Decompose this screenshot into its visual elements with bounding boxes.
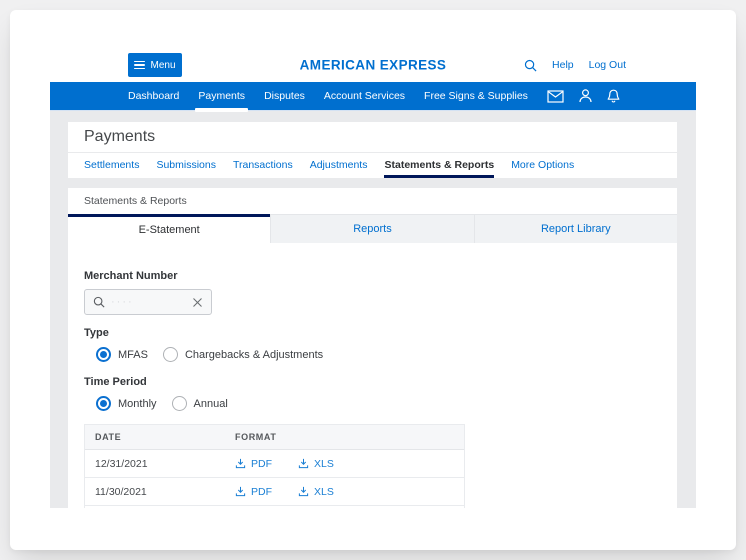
- radio-label: Chargebacks & Adjustments: [184, 348, 324, 361]
- app-body: Payments Settlements Submissions Transac…: [50, 111, 696, 508]
- pdf-download-link[interactable]: PDF: [235, 458, 272, 470]
- page-header-card: Payments Settlements Submissions Transac…: [68, 122, 677, 178]
- format-label: XLS: [314, 457, 334, 470]
- browser-window: Menu AMERICAN EXPRESS Help Log Out Dashb…: [10, 10, 736, 550]
- nav-item-account-services[interactable]: Account Services: [324, 82, 405, 110]
- amex-logo: AMERICAN EXPRESS: [299, 57, 447, 73]
- download-icon: [298, 486, 309, 497]
- date-cell: 11/30/2021: [95, 485, 147, 498]
- format-cell: PDF XLS: [225, 486, 334, 498]
- radio-label: Annual: [193, 397, 228, 410]
- table-header: DATE FORMAT: [85, 425, 464, 450]
- subtab-transactions[interactable]: Transactions: [233, 153, 293, 178]
- subtab-more-options[interactable]: More Options: [511, 153, 574, 178]
- type-label: Type: [84, 327, 109, 339]
- radio-mfas[interactable]: MFAS: [96, 347, 148, 362]
- radio-control: [96, 347, 111, 362]
- nav-icons: [547, 89, 620, 103]
- page-title: Payments: [84, 128, 156, 145]
- mail-icon[interactable]: [547, 89, 564, 103]
- tab-report-library[interactable]: Report Library: [473, 214, 677, 243]
- radio-label: MFAS: [118, 348, 148, 361]
- download-icon: [235, 486, 246, 497]
- radio-monthly[interactable]: Monthly: [96, 396, 157, 411]
- pdf-download-link[interactable]: PDF: [235, 486, 272, 498]
- search-icon: [93, 296, 105, 308]
- format-label: PDF: [251, 485, 272, 498]
- merchant-number-search-field[interactable]: [84, 289, 212, 315]
- nav-item-free-signs-supplies[interactable]: Free Signs & Supplies: [424, 82, 528, 110]
- subtab-adjustments[interactable]: Adjustments: [310, 153, 368, 178]
- statements-reports-card: Statements & Reports E-Statement Reports…: [68, 188, 677, 508]
- radio-control: [96, 396, 111, 411]
- subtab-statements-reports[interactable]: Statements & Reports: [384, 153, 495, 178]
- table-row: 12/31/2021 PDF XLS: [85, 450, 464, 478]
- radio-annual[interactable]: Annual: [171, 396, 228, 411]
- format-label: XLS: [314, 485, 334, 498]
- radio-chargebacks-adjustments[interactable]: Chargebacks & Adjustments: [162, 347, 324, 362]
- menu-button-label: Menu: [150, 59, 176, 71]
- header-actions: Help Log Out: [524, 59, 626, 72]
- e-statement-pane: Merchant Number Type: [68, 270, 677, 508]
- subtab-submissions[interactable]: Submissions: [156, 153, 216, 178]
- date-cell: 12/31/2021: [95, 457, 148, 470]
- nav-item-disputes[interactable]: Disputes: [264, 82, 305, 110]
- table-row: 11/30/2021 PDF XLS: [85, 478, 464, 506]
- section-label: Statements & Reports: [84, 195, 187, 207]
- radio-control: [162, 347, 178, 362]
- help-link[interactable]: Help: [552, 59, 574, 71]
- main-nav: Dashboard Payments Disputes Account Serv…: [50, 82, 696, 112]
- merchant-number-label: Merchant Number: [84, 270, 178, 282]
- type-radio-group: MFAS Chargebacks & Adjustments: [84, 347, 661, 362]
- xls-download-link[interactable]: XLS: [298, 458, 334, 470]
- format-label: PDF: [251, 457, 272, 470]
- tab-e-statement[interactable]: E-Statement: [68, 214, 271, 243]
- column-header-date: DATE: [95, 432, 122, 442]
- payments-subtabs: Settlements Submissions Transactions Adj…: [68, 153, 677, 178]
- clear-icon[interactable]: [192, 297, 203, 308]
- search-icon[interactable]: [524, 59, 537, 72]
- user-icon[interactable]: [579, 89, 592, 103]
- statements-table: DATE FORMAT 12/31/2021 PDF XLS 11/30/202…: [84, 424, 465, 508]
- tabbar: E-Statement Reports Report Library: [68, 214, 677, 243]
- nav-item-dashboard[interactable]: Dashboard: [128, 82, 179, 110]
- top-header: Menu AMERICAN EXPRESS Help Log Out: [50, 48, 696, 82]
- table-row-partially-visible: [85, 506, 464, 508]
- format-cell: PDF XLS: [225, 458, 334, 470]
- column-header-format: FORMAT: [235, 432, 277, 442]
- subtab-settlements[interactable]: Settlements: [84, 153, 139, 178]
- tab-reports[interactable]: Reports: [270, 214, 474, 243]
- time-period-radio-group: Monthly Annual: [84, 396, 661, 411]
- download-icon: [298, 458, 309, 469]
- radio-control: [171, 396, 187, 411]
- time-period-label: Time Period: [84, 376, 147, 388]
- xls-download-link[interactable]: XLS: [298, 486, 334, 498]
- logout-link[interactable]: Log Out: [589, 59, 626, 71]
- nav-item-payments[interactable]: Payments: [195, 82, 248, 112]
- merchant-number-input[interactable]: [105, 296, 192, 308]
- amex-merchant-app: Menu AMERICAN EXPRESS Help Log Out Dashb…: [50, 48, 696, 508]
- download-icon: [235, 458, 246, 469]
- radio-label: Monthly: [118, 397, 157, 410]
- hamburger-icon: [134, 60, 146, 70]
- menu-button[interactable]: Menu: [128, 53, 182, 77]
- bell-icon[interactable]: [607, 89, 620, 103]
